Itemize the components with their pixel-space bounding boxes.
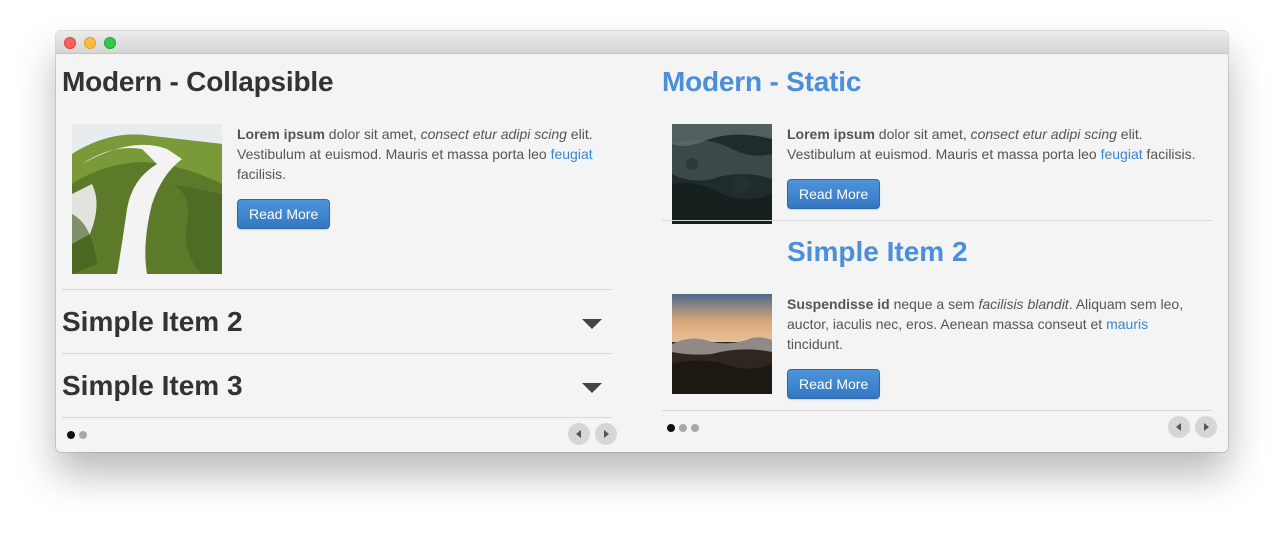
pager-dot-2[interactable] bbox=[679, 424, 687, 432]
collapsible-item-2[interactable]: Simple Item 2 bbox=[62, 290, 612, 353]
collapsible-item-3-title: Simple Item 3 bbox=[62, 370, 243, 401]
mountain-snow-image bbox=[72, 124, 222, 274]
divider bbox=[662, 410, 1212, 411]
static-section-title: Modern - Static bbox=[662, 66, 862, 97]
next-button[interactable] bbox=[1195, 416, 1217, 438]
collapsible-item-3[interactable]: Simple Item 3 bbox=[62, 354, 612, 417]
item-1-description: Lorem ipsum dolor sit amet, consect etur… bbox=[787, 126, 1196, 162]
caret-down-icon[interactable] bbox=[582, 319, 602, 329]
close-window-icon[interactable] bbox=[64, 37, 76, 49]
maximize-window-icon[interactable] bbox=[104, 37, 116, 49]
arrow-left-icon bbox=[576, 430, 581, 438]
pager-dot-3[interactable] bbox=[691, 424, 699, 432]
static-slider: Modern - Static Lorem ipsum dolor sit am… bbox=[662, 54, 1217, 452]
mauris-link[interactable]: mauris bbox=[1106, 316, 1148, 332]
item-2-title: Simple Item 2 bbox=[787, 236, 968, 267]
collapsible-section-title: Modern - Collapsible bbox=[62, 66, 334, 97]
feugiat-link[interactable]: feugiat bbox=[1101, 146, 1143, 162]
pager-dots bbox=[67, 431, 97, 439]
feugiat-link[interactable]: feugiat bbox=[551, 146, 593, 162]
previous-button[interactable] bbox=[1168, 416, 1190, 438]
read-more-button[interactable]: Read More bbox=[787, 369, 881, 399]
previous-button[interactable] bbox=[568, 423, 590, 445]
arrow-left-icon bbox=[1176, 423, 1181, 431]
forest-fog-image bbox=[672, 124, 772, 224]
pager-dots bbox=[667, 424, 707, 432]
window-titlebar bbox=[56, 31, 1228, 54]
collapsible-slider: Modern - Collapsible Lorem ipsum dolor s… bbox=[62, 54, 617, 452]
read-more-button[interactable]: Read More bbox=[237, 199, 331, 229]
divider bbox=[662, 220, 1212, 221]
app-window: Modern - Collapsible Lorem ipsum dolor s… bbox=[56, 31, 1228, 452]
read-more-button[interactable]: Read More bbox=[787, 179, 881, 209]
item-2-description: Suspendisse id neque a sem facilisis bla… bbox=[787, 296, 1184, 352]
pager-dot-1[interactable] bbox=[667, 424, 675, 432]
pager-dot-2[interactable] bbox=[79, 431, 87, 439]
item-1-description: Lorem ipsum dolor sit amet, consect etur… bbox=[237, 126, 593, 182]
arrow-right-icon bbox=[1204, 423, 1209, 431]
pager-dot-1[interactable] bbox=[67, 431, 75, 439]
divider bbox=[62, 417, 612, 418]
collapsible-item-2-title: Simple Item 2 bbox=[62, 306, 243, 337]
minimize-window-icon[interactable] bbox=[84, 37, 96, 49]
caret-down-icon[interactable] bbox=[582, 383, 602, 393]
arrow-right-icon bbox=[604, 430, 609, 438]
next-button[interactable] bbox=[595, 423, 617, 445]
sunset-mountain-image bbox=[672, 294, 772, 394]
